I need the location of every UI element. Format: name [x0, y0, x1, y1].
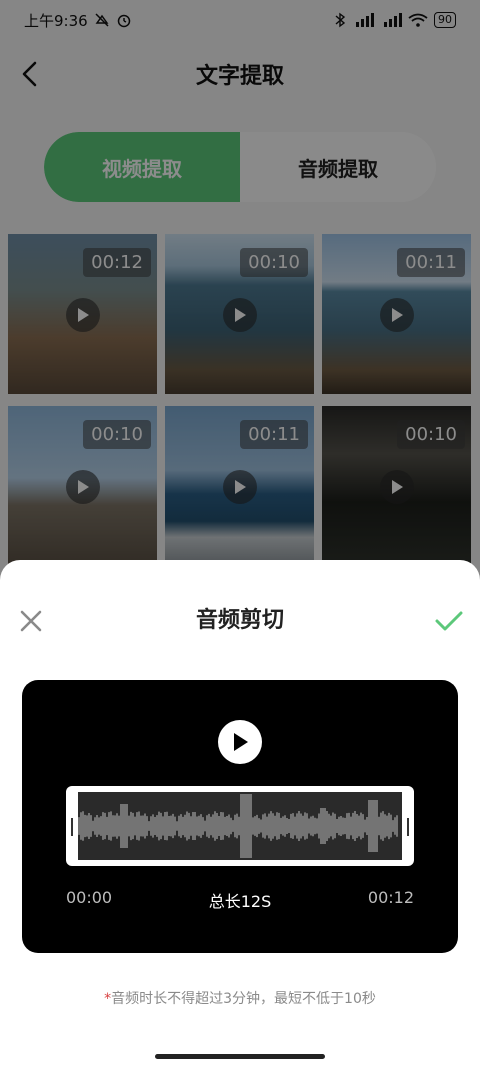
hint-text: 音频时长不得超过3分钟，最短不低于10秒 — [111, 991, 376, 1007]
sheet-title: 音频剪切 — [195, 608, 284, 633]
audio-cut-sheet: 音频剪切 00:00 总长12S 00:12 *音频时长不得超过3分钟，最短不低… — [0, 560, 480, 1066]
waveform — [78, 792, 402, 860]
audio-player: 00:00 总长12S 00:12 — [22, 680, 458, 953]
play-button[interactable] — [218, 720, 262, 764]
trim-range-frame[interactable] — [66, 786, 414, 866]
end-time: 00:12 — [367, 888, 414, 907]
check-icon — [435, 611, 463, 631]
home-indicator — [0, 1046, 480, 1066]
duration-hint: *音频时长不得超过3分钟，最短不低于10秒 — [0, 988, 480, 1008]
trim-handle-right[interactable] — [407, 818, 409, 836]
trim-handle-left[interactable] — [71, 818, 73, 836]
play-icon — [234, 733, 248, 751]
home-pill[interactable] — [155, 1053, 325, 1059]
confirm-button[interactable] — [432, 604, 466, 638]
